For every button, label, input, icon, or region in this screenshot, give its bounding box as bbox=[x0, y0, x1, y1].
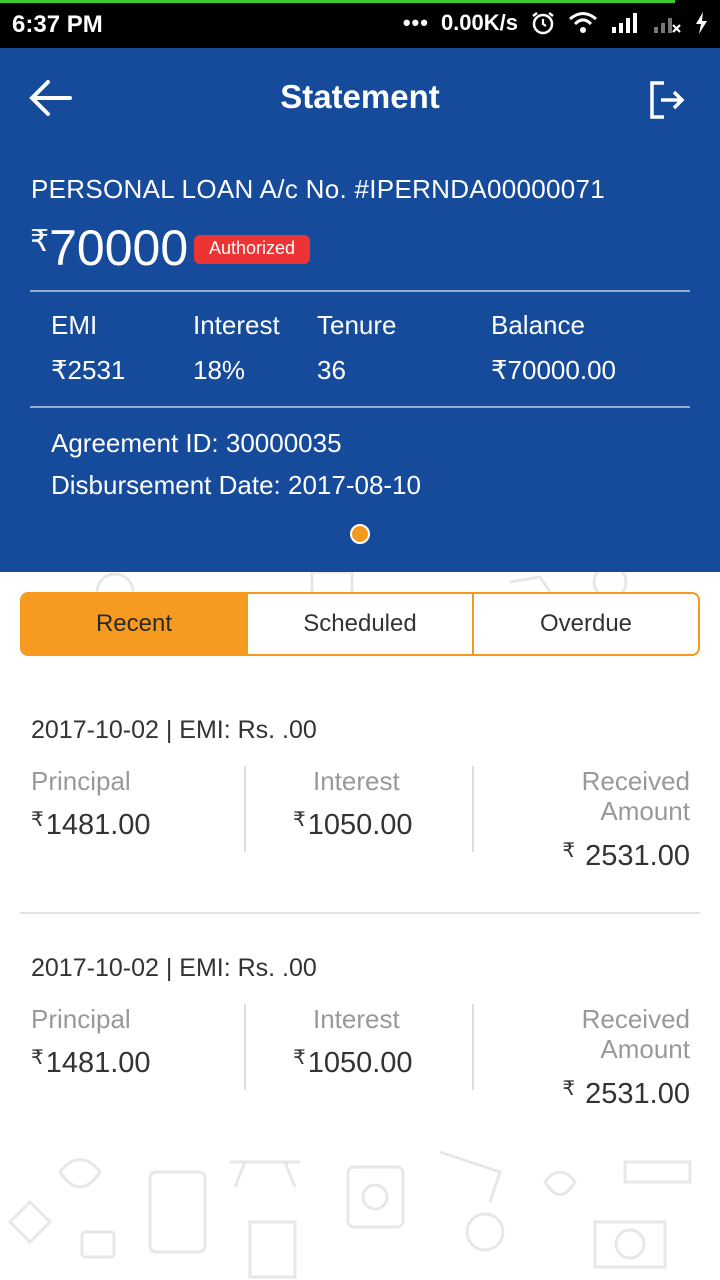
tab-overdue[interactable]: Overdue bbox=[472, 594, 698, 654]
statement-tabs: Recent Scheduled Overdue bbox=[20, 592, 700, 656]
interest-value: ₹1050.00 bbox=[293, 1047, 413, 1079]
page-indicator-dot[interactable] bbox=[350, 524, 370, 544]
stat-interest: Interest 18% bbox=[193, 310, 280, 386]
interest-column: Interest ₹1050.00 bbox=[293, 766, 413, 842]
loan-stats: EMI ₹2531 Interest 18% Tenure 36 Balance… bbox=[0, 310, 720, 390]
stat-balance: Balance ₹70000.00 bbox=[491, 310, 616, 386]
received-label-line2: Amount bbox=[600, 796, 690, 826]
rupee-icon: ₹ bbox=[562, 840, 576, 862]
rupee-icon: ₹ bbox=[293, 1047, 306, 1069]
received-column: Received Amount ₹ 2531.00 bbox=[562, 766, 690, 873]
status-bar: 6:37 PM ••• 0.00K/s bbox=[0, 0, 720, 48]
loading-progress-line bbox=[0, 0, 675, 3]
statement-header: 2017-10-02 | EMI: Rs. .00 bbox=[31, 716, 317, 744]
interest-label: Interest bbox=[313, 1004, 400, 1034]
disbursement-date: Disbursement Date: 2017-08-10 bbox=[51, 470, 421, 500]
signal-icon bbox=[610, 11, 640, 35]
statement-header: 2017-10-02 | EMI: Rs. .00 bbox=[31, 954, 317, 982]
column-divider bbox=[472, 766, 474, 852]
principal-column: Principal ₹1481.00 bbox=[31, 766, 151, 842]
received-column: Received Amount ₹ 2531.00 bbox=[562, 1004, 690, 1111]
status-time: 6:37 PM bbox=[12, 11, 103, 38]
page-title: Statement bbox=[280, 78, 440, 115]
received-value: ₹ 2531.00 bbox=[562, 840, 690, 872]
interest-value: ₹1050.00 bbox=[293, 809, 413, 841]
divider bbox=[30, 290, 690, 292]
stat-label: Balance bbox=[491, 310, 585, 340]
status-badge: Authorized bbox=[194, 235, 311, 264]
stat-label: Tenure bbox=[317, 310, 397, 340]
background-pattern bbox=[7, 572, 692, 1279]
column-divider bbox=[472, 1004, 474, 1090]
interest-column: Interest ₹1050.00 bbox=[293, 1004, 413, 1080]
tab-recent[interactable]: Recent bbox=[22, 594, 246, 654]
net-speed: 0.00K/s bbox=[440, 10, 518, 35]
tab-scheduled[interactable]: Scheduled bbox=[246, 594, 472, 654]
loan-account-number: PERSONAL LOAN A/c No. #IPERNDA00000071 bbox=[31, 174, 606, 204]
principal-value: ₹1481.00 bbox=[31, 1047, 151, 1079]
received-label: Received bbox=[581, 1004, 690, 1034]
logout-icon bbox=[650, 81, 685, 119]
rupee-icon: ₹ bbox=[293, 809, 306, 831]
loan-header: Statement PERSONAL LOAN A/c No. #IPERNDA… bbox=[0, 48, 720, 572]
battery-charging-icon bbox=[694, 11, 708, 35]
stat-tenure: Tenure 36 bbox=[317, 310, 397, 386]
rupee-icon: ₹ bbox=[30, 225, 50, 258]
received-label-line2: Amount bbox=[600, 1034, 690, 1064]
rupee-icon: ₹ bbox=[31, 1047, 44, 1069]
stat-value: 18% bbox=[193, 355, 246, 385]
agreement-id: Agreement ID: 30000035 bbox=[51, 428, 342, 458]
signal-no-sim-icon bbox=[652, 11, 682, 35]
wifi-icon bbox=[568, 11, 598, 35]
principal-label: Principal bbox=[31, 766, 131, 796]
rupee-icon: ₹ bbox=[31, 809, 44, 831]
logout-button[interactable] bbox=[646, 78, 686, 122]
alarm-icon bbox=[530, 10, 556, 36]
principal-column: Principal ₹1481.00 bbox=[31, 1004, 151, 1080]
divider bbox=[30, 406, 690, 408]
loan-amount: ₹ 70000 bbox=[30, 220, 188, 276]
stat-value: 36 bbox=[317, 355, 346, 385]
stat-value: ₹2531 bbox=[51, 355, 126, 385]
stat-emi: EMI ₹2531 bbox=[51, 310, 125, 386]
loan-amount-value: 70000 bbox=[49, 220, 189, 276]
column-divider bbox=[244, 1004, 246, 1090]
stat-value: ₹70000.00 bbox=[491, 355, 616, 385]
status-icons: ••• 0.00K/s bbox=[403, 10, 708, 36]
received-value: ₹ 2531.00 bbox=[562, 1078, 690, 1110]
stat-label: Interest bbox=[193, 310, 280, 340]
principal-value: ₹1481.00 bbox=[31, 809, 151, 841]
interest-label: Interest bbox=[313, 766, 400, 796]
principal-label: Principal bbox=[31, 1004, 131, 1034]
rupee-icon: ₹ bbox=[562, 1078, 576, 1100]
received-label: Received bbox=[581, 766, 690, 796]
more-dots-icon: ••• bbox=[402, 10, 429, 35]
list-divider bbox=[20, 912, 700, 914]
stat-label: EMI bbox=[51, 310, 98, 340]
column-divider bbox=[244, 766, 246, 852]
